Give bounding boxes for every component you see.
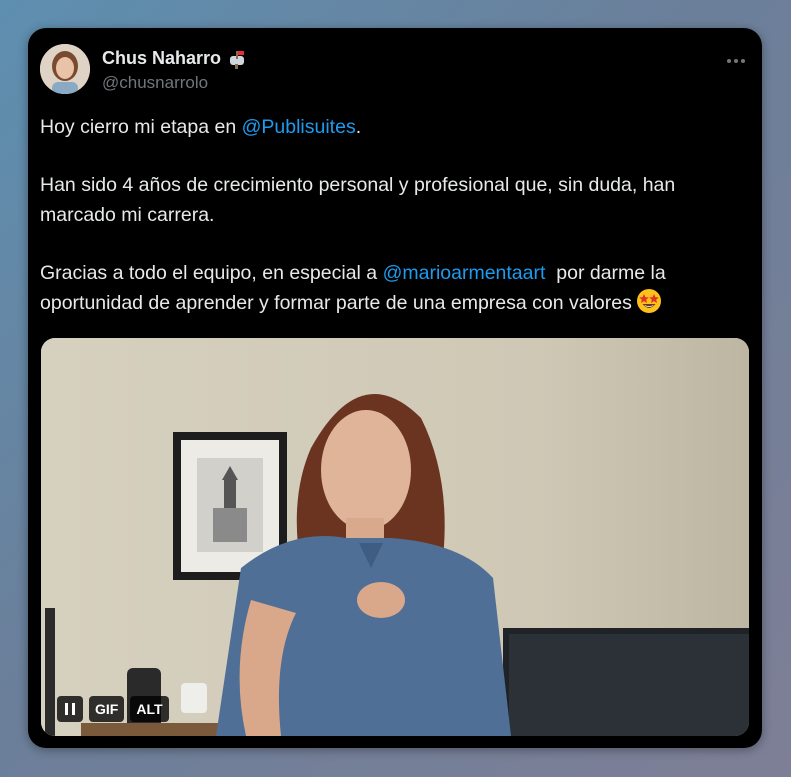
avatar-image <box>40 44 90 94</box>
tweet-paragraph-2: Han sido 4 años de crecimiento personal … <box>40 174 676 226</box>
author-handle[interactable]: @chusnarrolo <box>102 73 208 93</box>
mention-link-marioarmentaart[interactable]: @marioarmentaart <box>383 262 546 284</box>
gif-badge[interactable]: GIF <box>89 696 125 722</box>
text-fragment: Gracias a todo el equipo, en especial a <box>40 262 383 284</box>
tweet-text: Hoy cierro mi etapa en @Publisuites. Han… <box>40 112 750 318</box>
pause-icon[interactable] <box>57 696 83 722</box>
avatar[interactable] <box>40 44 90 94</box>
gif-media[interactable]: GIF ALT <box>41 338 749 736</box>
text-fragment: . <box>355 116 362 138</box>
tweet-card[interactable]: Chus Naharro @chusnarrolo Hoy cierro mi … <box>28 28 762 748</box>
author-name[interactable]: Chus Naharro <box>102 48 221 69</box>
alt-text-button[interactable]: ALT <box>130 696 169 722</box>
star-struck-emoji-icon <box>636 288 662 314</box>
text-fragment: Hoy cierro mi etapa en <box>40 116 242 138</box>
tweet-paragraph-1: Hoy cierro mi etapa en @Publisuites. <box>40 112 750 142</box>
gif-still-image <box>41 338 749 736</box>
mailbox-icon <box>227 47 249 69</box>
tweet-paragraph-3: Gracias a todo el equipo, en especial a … <box>40 258 750 318</box>
more-icon[interactable] <box>726 48 746 69</box>
mention-link-publisuites[interactable]: @Publisuites <box>242 116 356 138</box>
